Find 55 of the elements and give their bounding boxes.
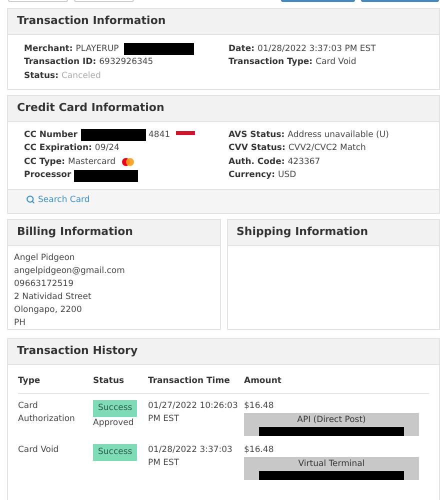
table-cell-text: Card Void bbox=[18, 444, 60, 458]
field-label: Transaction Type: bbox=[228, 56, 313, 70]
field-label: CC Type: bbox=[24, 156, 66, 169]
card-title: Transaction Information bbox=[17, 14, 166, 27]
table-cell-text: 01/28/2022 3:37:03 PM EST bbox=[148, 444, 234, 470]
column-header: Type bbox=[18, 374, 42, 388]
field-label: Auth. Code: bbox=[228, 156, 285, 169]
address-line: PH bbox=[14, 316, 27, 330]
field-value: 01/28/2022 3:37:03 PM EST bbox=[258, 42, 376, 56]
address-line: 09663172519 bbox=[14, 278, 74, 291]
card-title: Credit Card Information bbox=[17, 101, 164, 114]
field-label: Transaction ID: bbox=[24, 56, 96, 70]
amount-text: $16.48 bbox=[244, 400, 275, 414]
column-header: Transaction Time bbox=[148, 374, 231, 388]
source-text: Virtual Terminal bbox=[298, 458, 365, 472]
address-line: 2 Natividad Street bbox=[14, 290, 92, 304]
flag-icon bbox=[176, 131, 196, 136]
field-label: Currency: bbox=[228, 169, 275, 182]
source-text: API (Direct Post) bbox=[297, 414, 366, 428]
field-value: Address unavailable (U) bbox=[288, 128, 389, 142]
field-label: Status: bbox=[24, 70, 58, 83]
field-label: CC Expiration: bbox=[24, 142, 92, 156]
column-header: Status bbox=[93, 374, 126, 388]
card-title: Shipping Information bbox=[236, 225, 368, 238]
address-line: angelpidgeon@gmail.com bbox=[14, 264, 126, 278]
field-label: AVS Status: bbox=[228, 128, 285, 142]
field-value: 4841 bbox=[148, 128, 170, 142]
field-value: Card Void bbox=[316, 56, 356, 70]
field-value: USD bbox=[278, 169, 296, 182]
card-brand-icon bbox=[121, 157, 136, 168]
card-title: Transaction History bbox=[17, 344, 138, 358]
status-note: Approved bbox=[93, 417, 134, 430]
field-value: Canceled bbox=[62, 70, 101, 83]
field-label: CVV Status: bbox=[228, 142, 286, 156]
address-line: Angel Pidgeon bbox=[14, 252, 76, 265]
table-cell-text: Card Authorization bbox=[18, 400, 76, 426]
card-title: Billing Information bbox=[17, 225, 133, 238]
field-label: Merchant: bbox=[24, 42, 73, 56]
column-header: Amount bbox=[244, 374, 282, 388]
status-badge: Success bbox=[93, 444, 138, 462]
address-line: Olongapo, 2200 bbox=[14, 304, 83, 317]
field-value: 09/24 bbox=[94, 142, 120, 156]
field-value: Mastercard bbox=[68, 156, 116, 169]
field-label: Processor bbox=[24, 169, 72, 182]
table-cell-text: 01/27/2022 10:26:03 PM EST bbox=[148, 400, 239, 426]
search-card-link[interactable]: Search Card bbox=[26, 194, 90, 206]
field-label: Date: bbox=[228, 42, 255, 56]
status-badge: Success bbox=[93, 400, 138, 418]
field-value: 6932926345 bbox=[99, 56, 154, 70]
field-value: PLAYERUP bbox=[76, 42, 119, 56]
field-value: CVV2/CVC2 Match bbox=[288, 142, 366, 156]
field-value: 423367 bbox=[288, 156, 320, 169]
search-icon bbox=[26, 195, 35, 204]
field-label: CC Number bbox=[24, 128, 78, 142]
amount-text: $16.48 bbox=[244, 444, 275, 458]
